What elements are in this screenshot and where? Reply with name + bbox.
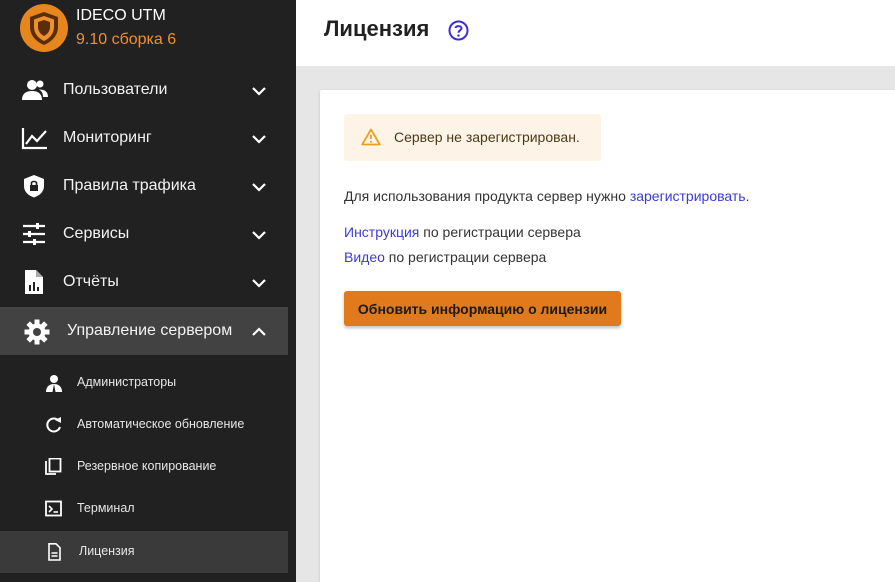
sidebar-subitem-label: Терминал <box>77 501 135 515</box>
sidebar-subitem-label: Автоматическое обновление <box>77 417 245 431</box>
document-icon <box>44 543 64 561</box>
gear-icon <box>24 319 52 345</box>
video-text: Видео по регистрации сервера <box>344 249 546 265</box>
instruction-link[interactable]: Инструкция <box>344 224 419 240</box>
chart-line-icon <box>21 126 49 150</box>
sidebar-subitem-label: Администраторы <box>77 375 177 389</box>
instruction-text: Инструкция по регистрации сервера <box>344 224 581 240</box>
register-text: Для использования продукта сервер нужно … <box>344 188 749 204</box>
sidebar-item-users[interactable]: Пользователи <box>0 66 288 114</box>
chevron-down-icon <box>250 274 268 292</box>
video-link[interactable]: Видео <box>344 249 385 265</box>
chevron-down-icon <box>250 226 268 244</box>
sidebar-item-label: Сервисы <box>63 225 130 242</box>
copy-icon <box>44 457 64 476</box>
chevron-up-icon <box>250 323 268 341</box>
sidebar-item-label: Пользователи <box>63 81 168 98</box>
refresh-icon <box>44 416 64 434</box>
sidebar-item-traffic-rules[interactable]: Правила трафика <box>0 162 288 210</box>
brand-name: IDECO UTM <box>76 7 166 24</box>
sidebar-item-label: Управление сервером <box>67 322 233 339</box>
sidebar-subitem-license[interactable]: Лицензия <box>0 531 288 573</box>
sidebar-subitem-administrators[interactable]: Администраторы <box>0 362 288 404</box>
sidebar: IDECO UTM 9.10 сборка 6 Пользователи Мон… <box>0 0 296 582</box>
users-icon <box>21 78 49 102</box>
sidebar-subitem-auto-update[interactable]: Автоматическое обновление <box>0 404 288 446</box>
brand: IDECO UTM 9.10 сборка 6 <box>0 0 296 60</box>
sidebar-subitem-backup[interactable]: Резервное копирование <box>0 446 288 488</box>
sidebar-item-label: Отчёты <box>63 273 119 290</box>
sidebar-subitem-label: Резервное копирование <box>77 459 217 473</box>
warning-icon <box>361 128 381 146</box>
register-link[interactable]: зарегистрировать <box>630 188 746 204</box>
page-header: Лицензия <box>296 0 895 66</box>
register-prefix: Для использования продукта сервер нужно <box>344 188 630 204</box>
register-suffix: . <box>745 188 750 204</box>
terminal-icon <box>44 500 64 518</box>
license-card: Сервер не зарегистрирован. Для использов… <box>320 90 895 582</box>
video-suffix: по регистрации сервера <box>384 249 547 265</box>
help-icon[interactable] <box>448 20 469 41</box>
sidebar-item-server-management[interactable]: Управление сервером <box>0 307 288 355</box>
sidebar-item-monitoring[interactable]: Мониторинг <box>0 114 288 162</box>
chevron-down-icon <box>250 178 268 196</box>
report-file-icon <box>21 270 49 294</box>
refresh-license-button[interactable]: Обновить информацию о лицензии <box>344 291 621 326</box>
sidebar-item-reports[interactable]: Отчёты <box>0 258 288 306</box>
brand-version: 9.10 сборка 6 <box>76 31 177 48</box>
sliders-icon <box>21 222 49 246</box>
page-title: Лицензия <box>324 16 430 41</box>
shield-logo-icon <box>20 4 68 52</box>
admin-user-icon <box>44 374 64 392</box>
sidebar-subitem-label: Лицензия <box>79 544 135 558</box>
sidebar-item-label: Правила трафика <box>63 177 196 194</box>
sidebar-subitem-terminal[interactable]: Терминал <box>0 488 288 530</box>
sidebar-item-services[interactable]: Сервисы <box>0 210 288 258</box>
sidebar-item-label: Мониторинг <box>63 129 152 146</box>
alert-text: Сервер не зарегистрирован. <box>394 129 580 145</box>
unregistered-alert: Сервер не зарегистрирован. <box>344 114 601 161</box>
shield-lock-icon <box>21 174 49 198</box>
chevron-down-icon <box>250 130 268 148</box>
chevron-down-icon <box>250 82 268 100</box>
instruction-suffix: по регистрации сервера <box>419 224 581 240</box>
